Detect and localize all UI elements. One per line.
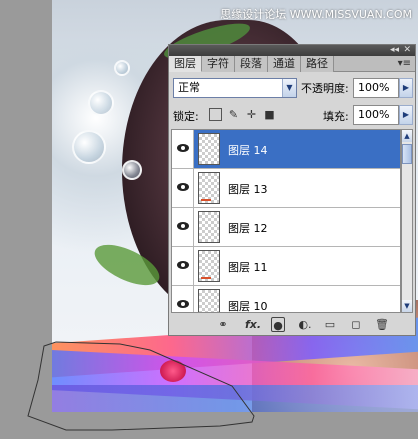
bubble [114, 60, 130, 76]
opacity-label: 不透明度: [301, 82, 349, 95]
fill-slider-arrow-icon[interactable]: ▶ [399, 105, 413, 125]
visibility-eye-icon[interactable] [172, 169, 194, 207]
lock-label: 锁定: [173, 110, 199, 123]
tab-character[interactable]: 字符 [202, 56, 235, 72]
layer-list-scrollbar[interactable]: ▲ ▼ [401, 129, 413, 313]
layer-thumbnail [198, 133, 220, 165]
blend-mode-select[interactable]: 正常 ▼ [173, 78, 297, 98]
opacity-slider-arrow-icon[interactable]: ▶ [399, 78, 413, 98]
bubble [72, 130, 106, 164]
fx-icon[interactable]: fx. [243, 317, 263, 332]
layer-thumbnail [198, 172, 220, 204]
lock-move-icon[interactable]: ✛ [245, 108, 258, 121]
layer-list: 图层 14 图层 13 图层 12 图层 11 图层 10 [171, 129, 401, 313]
bubble [88, 90, 114, 116]
visibility-eye-icon[interactable] [172, 247, 194, 285]
color-band [52, 385, 418, 412]
layer-row[interactable]: 图层 10 [172, 286, 400, 313]
panel-footer: ⚭ fx. ● ◐. ▭ ◻ 🗑 [169, 315, 415, 335]
layer-name: 图层 11 [228, 261, 268, 274]
tab-channels[interactable]: 通道 [268, 56, 301, 72]
lock-paint-icon[interactable]: ✎ [227, 108, 240, 121]
layer-row[interactable]: 图层 11 [172, 247, 400, 286]
group-icon[interactable]: ▭ [323, 317, 337, 332]
close-icon[interactable]: ✕ [403, 45, 411, 56]
rose-decoration [160, 360, 186, 382]
fill-label: 填充: [323, 110, 349, 123]
panel-menu-icon[interactable]: ▾≡ [398, 58, 411, 69]
fill-field[interactable]: 100% [353, 105, 399, 125]
layers-panel: ◂◂ ✕ 图层 字符 段落 通道 路径 ▾≡ 正常 ▼ 不透明度: 100% ▶… [168, 44, 416, 336]
visibility-eye-icon[interactable] [172, 130, 194, 168]
layer-row[interactable]: 图层 13 [172, 169, 400, 208]
new-layer-icon[interactable]: ◻ [349, 317, 363, 332]
bubble [122, 160, 142, 180]
chevron-down-icon[interactable]: ▼ [282, 79, 296, 97]
visibility-eye-icon[interactable] [172, 286, 194, 312]
opacity-field[interactable]: 100% [353, 78, 399, 98]
adjustment-icon[interactable]: ◐. [297, 317, 313, 332]
scroll-up-icon[interactable]: ▲ [402, 130, 412, 142]
layer-name: 图层 13 [228, 183, 268, 196]
lock-transparent-icon[interactable] [209, 108, 222, 121]
layer-thumbnail [198, 250, 220, 282]
tab-paragraph[interactable]: 段落 [235, 56, 268, 72]
layer-name: 图层 12 [228, 222, 268, 235]
layer-row[interactable]: 图层 12 [172, 208, 400, 247]
scroll-down-icon[interactable]: ▼ [402, 300, 412, 312]
layer-row[interactable]: 图层 14 [172, 130, 400, 169]
tab-paths[interactable]: 路径 [301, 56, 334, 72]
double-chevron-icon[interactable]: ◂◂ [390, 45, 399, 56]
blend-mode-value: 正常 [178, 81, 200, 94]
mask-icon[interactable]: ● [271, 317, 285, 332]
layer-name: 图层 14 [228, 144, 268, 157]
lock-all-icon[interactable]: ■ [263, 108, 276, 121]
link-icon[interactable]: ⚭ [215, 317, 231, 332]
layer-thumbnail [198, 289, 220, 312]
watermark-text: 思缘设计论坛 WWW.MISSVUAN.COM [220, 8, 412, 21]
panel-tabs: 图层 字符 段落 通道 路径 ▾≡ [169, 56, 415, 72]
scrollbar-thumb[interactable] [402, 144, 412, 164]
trash-icon[interactable]: 🗑 [375, 317, 389, 332]
visibility-eye-icon[interactable] [172, 208, 194, 246]
panel-titlebar[interactable]: ◂◂ ✕ [169, 45, 415, 56]
layer-thumbnail [198, 211, 220, 243]
tab-layers[interactable]: 图层 [169, 56, 202, 72]
layer-name: 图层 10 [228, 300, 268, 313]
